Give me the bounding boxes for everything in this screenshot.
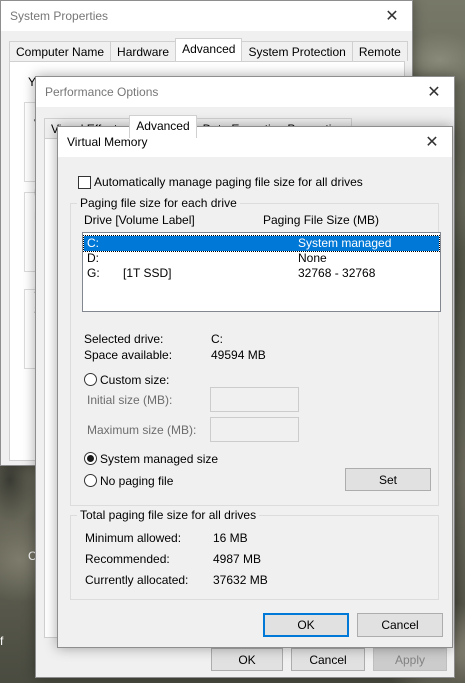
custom-size-label[interactable]: Custom size: [100,373,169,387]
no-paging-file-radio[interactable] [84,474,97,487]
maximum-size-label: Maximum size (MB): [87,423,197,437]
drive-paging-size: System managed [298,236,392,250]
drive-letter: G: [87,266,100,280]
tab-system-protection[interactable]: System Protection [241,41,353,61]
drive-volume-label: [1T SSD] [123,266,172,280]
selected-drive-value: C: [211,332,223,346]
drive-letter: C: [87,236,99,250]
system-properties-titlebar: System Properties ✕ [1,1,412,31]
minimum-allowed-label: Minimum allowed: [85,531,182,545]
group-title: Paging file size for each drive [77,196,240,210]
close-icon[interactable]: ✕ [372,1,412,31]
drive-row[interactable]: D: None [84,251,439,266]
system-managed-label[interactable]: System managed size [100,452,218,466]
custom-size-radio[interactable] [84,373,97,386]
tab-hardware[interactable]: Hardware [110,41,177,61]
recommended-value: 4987 MB [213,552,262,566]
no-paging-file-label[interactable]: No paging file [100,474,173,488]
window-title: System Properties [10,9,109,23]
currently-allocated-label: Currently allocated: [85,573,189,587]
close-icon[interactable]: ✕ [414,77,454,107]
ok-button[interactable]: OK [211,648,283,671]
set-button[interactable]: Set [345,468,431,491]
recommended-label: Recommended: [85,552,170,566]
drive-row[interactable]: G: [1T SSD] 32768 - 32768 [84,266,439,281]
tab-remote[interactable]: Remote [351,41,408,61]
cancel-button[interactable]: Cancel [291,648,365,671]
virtual-memory-titlebar: Virtual Memory ✕ [58,127,452,157]
cancel-button[interactable]: Cancel [357,613,443,637]
initial-size-input[interactable] [210,387,299,412]
apply-button[interactable]: Apply [373,648,447,671]
selected-drive-label: Selected drive: [84,332,164,346]
auto-manage-label[interactable]: Automatically manage paging file size fo… [94,175,363,189]
auto-manage-checkbox[interactable] [78,176,91,189]
virtual-memory-dialog: Virtual Memory ✕ Automatically manage pa… [57,126,453,648]
column-header-size: Paging File Size (MB) [263,213,380,227]
tab-advanced[interactable]: Advanced [175,38,243,61]
performance-options-titlebar: Performance Options ✕ [36,77,454,107]
space-available-label: Space available: [84,348,173,362]
drive-row[interactable]: C: System managed [83,235,440,252]
system-managed-radio[interactable] [84,452,97,465]
drive-letter: D: [87,251,99,265]
currently-allocated-value: 37632 MB [213,573,268,587]
close-icon[interactable]: ✕ [412,127,452,157]
space-available-value: 49594 MB [211,348,266,362]
drive-list[interactable]: C: System managed D: None G: [1T SSD] 32… [82,232,441,312]
group-title: Total paging file size for all drives [77,508,260,522]
drive-paging-size: 32768 - 32768 [298,266,376,280]
column-header-drive: Drive [Volume Label] [84,213,195,227]
initial-size-label: Initial size (MB): [87,393,173,407]
minimum-allowed-value: 16 MB [213,531,248,545]
maximum-size-input[interactable] [210,417,299,442]
drive-paging-size: None [298,251,327,265]
window-title: Performance Options [45,85,159,99]
desktop-partial-text: f [0,634,4,648]
tab-advanced[interactable]: Advanced [129,115,197,138]
ok-button[interactable]: OK [263,613,349,637]
tab-computer-name[interactable]: Computer Name [9,41,112,61]
